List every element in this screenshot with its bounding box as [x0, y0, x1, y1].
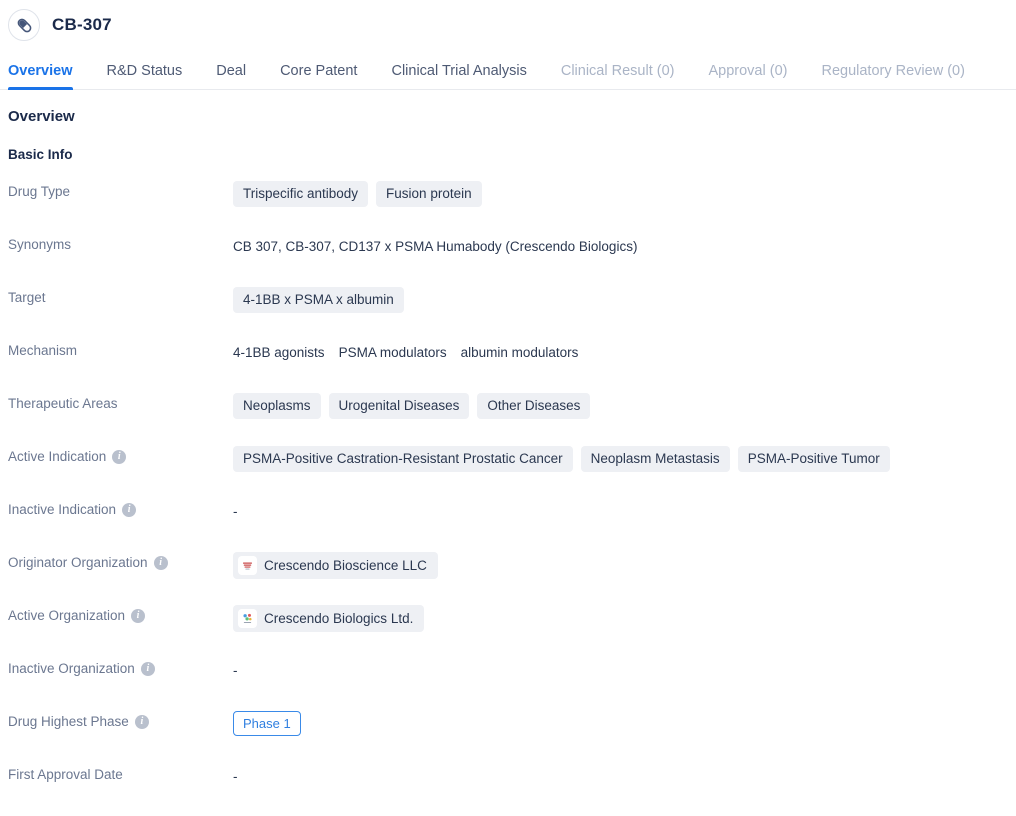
empty-value: -	[233, 504, 238, 519]
pill-icon	[8, 9, 40, 41]
value-inactive-indication: -	[233, 498, 1008, 524]
page-header: CB-307	[0, 0, 1016, 50]
label-text: Inactive Organization	[8, 661, 135, 676]
chip[interactable]: 4-1BB x PSMA x albumin	[233, 287, 404, 313]
label-text: Drug Type	[8, 184, 71, 199]
row-inactive-indication: Inactive Indication i -	[8, 498, 1008, 551]
tab-approval: Approval (0)	[708, 62, 788, 79]
organization-name: Crescendo Bioscience LLC	[264, 557, 427, 573]
value-active-indication: PSMA-Positive Castration-Resistant Prost…	[233, 445, 1008, 472]
chip[interactable]: PSMA-Positive Tumor	[737, 446, 890, 472]
value-drug-highest-phase: Phase 1	[233, 710, 1008, 736]
label-drug-highest-phase: Drug Highest Phase i	[8, 710, 233, 729]
page-title: CB-307	[52, 15, 112, 34]
tab-clinical-result: Clinical Result (0)	[560, 62, 675, 79]
value-first-approval-date: -	[233, 763, 1008, 789]
row-target: Target 4-1BB x PSMA x albumin	[8, 286, 1008, 339]
chip[interactable]: Neoplasms	[233, 393, 321, 419]
label-first-approval-date: First Approval Date	[8, 763, 233, 782]
row-active-indication: Active Indication i PSMA-Positive Castra…	[8, 445, 1008, 498]
company-logo-icon	[238, 609, 257, 628]
row-mechanism: Mechanism 4-1BB agonists PSMA modulators…	[8, 339, 1008, 392]
chip[interactable]: Trispecific antibody	[233, 181, 369, 207]
overview-panel: Overview Basic Info Drug Type Trispecifi…	[0, 90, 1016, 816]
value-drug-type: Trispecific antibody Fusion protein	[233, 180, 1008, 207]
row-originator-organization: Originator Organization i Crescendo Bios…	[8, 551, 1008, 604]
label-therapeutic-areas: Therapeutic Areas	[8, 392, 233, 411]
row-drug-highest-phase: Drug Highest Phase i Phase 1	[8, 710, 1008, 763]
label-originator-organization: Originator Organization i	[8, 551, 233, 570]
chip[interactable]: Urogenital Diseases	[328, 393, 470, 419]
row-first-approval-date: First Approval Date -	[8, 763, 1008, 816]
info-icon[interactable]: i	[140, 661, 155, 676]
row-inactive-organization: Inactive Organization i -	[8, 657, 1008, 710]
empty-value: -	[233, 769, 238, 784]
label-text: Originator Organization	[8, 555, 148, 570]
section-title-overview: Overview	[8, 108, 75, 125]
label-text: Drug Highest Phase	[8, 714, 129, 729]
label-text: Active Indication	[8, 449, 107, 464]
info-icon[interactable]: i	[134, 714, 149, 729]
mechanism-item[interactable]: albumin modulators	[461, 345, 579, 360]
value-inactive-organization: -	[233, 657, 1008, 683]
tab-clinical-trial-analysis[interactable]: Clinical Trial Analysis	[391, 63, 547, 90]
label-text: First Approval Date	[8, 767, 123, 782]
subsection-title-basic-info: Basic Info	[8, 147, 73, 162]
label-text: Mechanism	[8, 343, 78, 358]
chip[interactable]: Other Diseases	[477, 393, 591, 419]
phase-badge[interactable]: Phase 1	[233, 711, 301, 736]
organization-chip[interactable]: Crescendo Bioscience LLC	[233, 552, 438, 579]
label-text: Inactive Indication	[8, 502, 117, 517]
tab-rd-status[interactable]: R&D Status	[107, 63, 204, 90]
label-drug-type: Drug Type	[8, 180, 233, 199]
tab-overview[interactable]: Overview	[8, 63, 94, 90]
row-drug-type: Drug Type Trispecific antibody Fusion pr…	[8, 180, 1008, 233]
label-mechanism: Mechanism	[8, 339, 233, 358]
chip[interactable]: PSMA-Positive Castration-Resistant Prost…	[233, 446, 573, 472]
value-synonyms: CB 307, CB-307, CD137 x PSMA Humabody (C…	[233, 233, 1008, 259]
label-active-organization: Active Organization i	[8, 604, 233, 623]
label-text: Synonyms	[8, 237, 72, 252]
chip[interactable]: Fusion protein	[376, 181, 482, 207]
mechanism-list: 4-1BB agonists PSMA modulators albumin m…	[233, 345, 578, 360]
label-text: Active Organization	[8, 608, 126, 623]
empty-value: -	[233, 663, 238, 678]
row-active-organization: Active Organization i Crescendo Biologic…	[8, 604, 1008, 657]
label-target: Target	[8, 286, 233, 305]
label-inactive-organization: Inactive Organization i	[8, 657, 233, 676]
mechanism-item[interactable]: PSMA modulators	[339, 345, 447, 360]
label-synonyms: Synonyms	[8, 233, 233, 252]
chip[interactable]: Neoplasm Metastasis	[580, 446, 730, 472]
row-therapeutic-areas: Therapeutic Areas Neoplasms Urogenital D…	[8, 392, 1008, 445]
value-originator-organization: Crescendo Bioscience LLC	[233, 551, 1008, 579]
row-synonyms: Synonyms CB 307, CB-307, CD137 x PSMA Hu…	[8, 233, 1008, 286]
synonyms-text: CB 307, CB-307, CD137 x PSMA Humabody (C…	[233, 239, 638, 254]
tab-core-patent[interactable]: Core Patent	[280, 63, 378, 90]
value-target: 4-1BB x PSMA x albumin	[233, 286, 1008, 313]
info-icon[interactable]: i	[122, 502, 137, 517]
info-icon[interactable]: i	[112, 449, 127, 464]
organization-name: Crescendo Biologics Ltd.	[264, 610, 414, 626]
label-text: Target	[8, 290, 46, 305]
tab-regulatory-review: Regulatory Review (0)	[821, 62, 965, 79]
value-therapeutic-areas: Neoplasms Urogenital Diseases Other Dise…	[233, 392, 1008, 419]
organization-chip[interactable]: Crescendo Biologics Ltd.	[233, 605, 425, 632]
label-active-indication: Active Indication i	[8, 445, 233, 464]
company-logo-icon	[238, 556, 257, 575]
label-text: Therapeutic Areas	[8, 396, 118, 411]
tab-deal[interactable]: Deal	[216, 63, 267, 90]
info-icon[interactable]: i	[131, 608, 146, 623]
tab-bar: Overview R&D Status Deal Core Patent Cli…	[0, 50, 1016, 90]
info-icon[interactable]: i	[153, 555, 168, 570]
label-inactive-indication: Inactive Indication i	[8, 498, 233, 517]
mechanism-item[interactable]: 4-1BB agonists	[233, 345, 325, 360]
value-mechanism: 4-1BB agonists PSMA modulators albumin m…	[233, 339, 1008, 365]
value-active-organization: Crescendo Biologics Ltd.	[233, 604, 1008, 632]
